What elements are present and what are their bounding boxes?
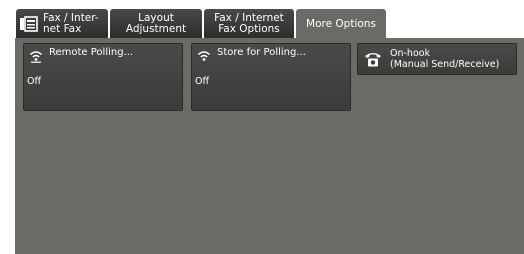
tab-fax-internet-fax[interactable]: Fax / Inter- net Fax <box>16 9 108 38</box>
store-for-polling-value: Off <box>195 76 210 87</box>
telephone-icon <box>365 53 381 67</box>
wireless-signal-icon <box>29 51 43 63</box>
wireless-signal-icon <box>197 51 211 61</box>
fax-icon <box>20 15 38 32</box>
remote-polling-value: Off <box>27 76 42 87</box>
fax-more-options-panel: Fax / Inter- net Fax Layout Adjustment F… <box>15 8 524 254</box>
on-hook-button[interactable]: On-hook (Manual Send/Receive) <box>357 43 517 75</box>
tab-bar: Fax / Inter- net Fax Layout Adjustment F… <box>15 8 524 39</box>
on-hook-label: On-hook (Manual Send/Receive) <box>390 48 500 70</box>
remote-polling-header: Remote Polling... <box>29 47 133 63</box>
remote-polling-button[interactable]: Remote Polling... Off <box>23 43 183 111</box>
store-for-polling-button[interactable]: Store for Polling... Off <box>191 43 351 111</box>
tab-fax-options-label: Fax / Internet Fax Options <box>214 11 284 35</box>
store-for-polling-title: Store for Polling... <box>217 47 306 58</box>
tab-more-options[interactable]: More Options <box>296 9 386 39</box>
tab-layout-adjustment[interactable]: Layout Adjustment <box>110 9 202 38</box>
tab-layout-label: Layout Adjustment <box>125 11 187 35</box>
tab-more-options-label: More Options <box>306 17 376 30</box>
remote-polling-title: Remote Polling... <box>49 47 134 58</box>
store-for-polling-header: Store for Polling... <box>197 47 306 63</box>
more-options-content: Remote Polling... Off Store for Polling.… <box>15 38 524 254</box>
tab-fax-internet-fax-options[interactable]: Fax / Internet Fax Options <box>204 9 294 38</box>
tab-fax-label: Fax / Inter- net Fax <box>43 11 99 35</box>
